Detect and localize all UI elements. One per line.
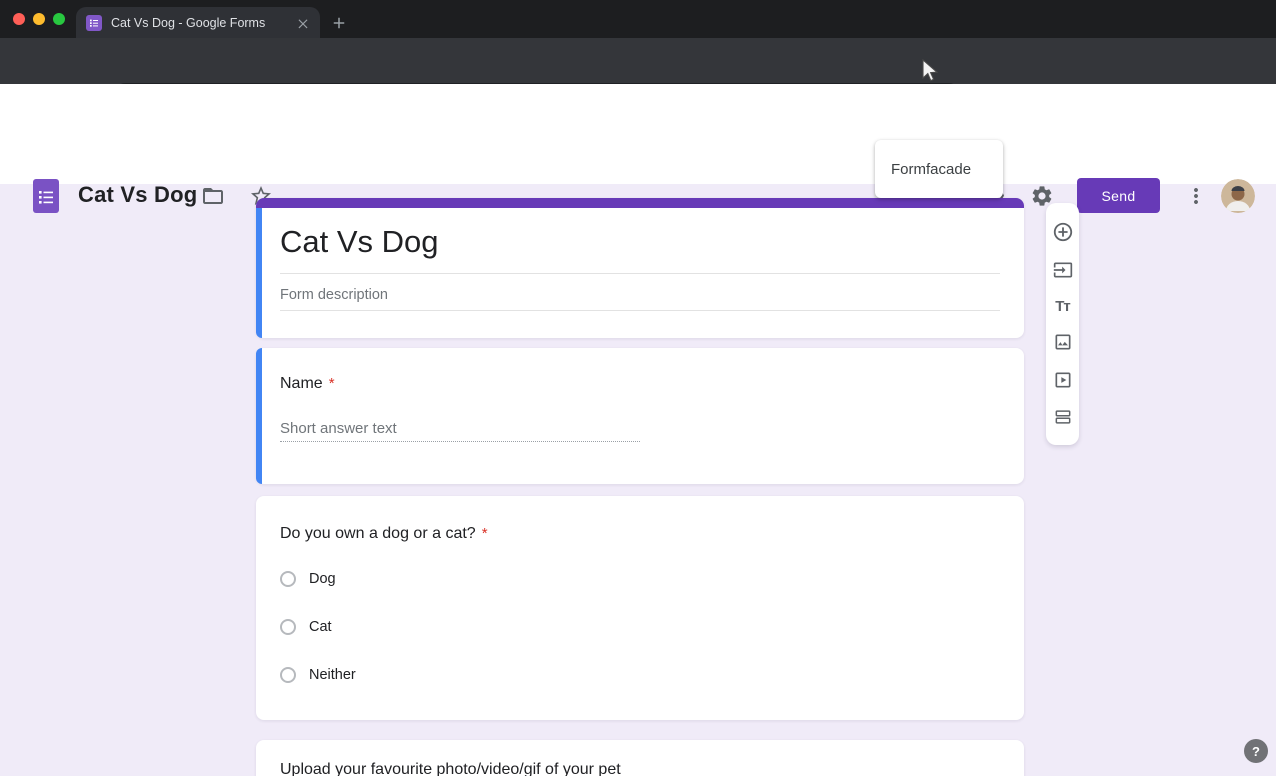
add-question-icon[interactable] [1052, 221, 1074, 243]
divider [280, 273, 1000, 274]
forms-app-header: Cat Vs Dog Send Questions Responses [0, 84, 1276, 184]
add-video-icon[interactable] [1053, 370, 1073, 390]
send-button[interactable]: Send [1077, 178, 1160, 213]
minimize-window-button[interactable] [33, 13, 45, 25]
addon-menu-item-formfacade[interactable]: Formfacade [891, 161, 971, 178]
close-window-button[interactable] [13, 13, 25, 25]
answer-underline [280, 441, 640, 442]
divider [280, 310, 1000, 311]
new-tab-button[interactable] [330, 14, 348, 32]
tab-title: Cat Vs Dog - Google Forms [111, 16, 290, 30]
option-label: Cat [309, 619, 332, 635]
more-options-icon[interactable] [1184, 184, 1208, 208]
question-card-upload[interactable]: Upload your favourite photo/video/gif of… [256, 740, 1024, 776]
form-title-input[interactable]: Cat Vs Dog [280, 224, 439, 260]
required-asterisk: * [329, 375, 335, 392]
radio-icon[interactable] [280, 571, 296, 587]
selected-indicator [256, 348, 262, 484]
add-title-icon[interactable]: Tт [1055, 298, 1070, 315]
option-label: Neither [309, 667, 356, 683]
option-label: Dog [309, 571, 336, 587]
selected-indicator [256, 208, 262, 338]
theme-color-bar [256, 198, 1024, 208]
radio-icon[interactable] [280, 619, 296, 635]
add-section-icon[interactable] [1053, 407, 1073, 427]
move-folder-icon[interactable] [201, 184, 225, 208]
question-title: Upload your favourite photo/video/gif of… [280, 761, 621, 776]
required-asterisk: * [482, 525, 488, 542]
google-forms-logo-icon[interactable] [33, 179, 59, 213]
question-title: Do you own a dog or a cat?* [280, 525, 488, 543]
question-card-choice[interactable]: Do you own a dog or a cat?* Dog Cat Neit… [256, 496, 1024, 720]
addon-menu: Formfacade [875, 140, 1003, 198]
mouse-cursor [920, 58, 940, 84]
import-questions-icon[interactable] [1053, 260, 1073, 280]
question-side-toolbar: Tт [1046, 203, 1079, 445]
option-row-dog[interactable]: Dog [280, 567, 336, 591]
browser-toolbar: docs.google.com/forms/d/1QrEYytV662N0O5a… [0, 38, 1276, 84]
tab-close-icon[interactable] [296, 16, 310, 30]
option-row-cat[interactable]: Cat [280, 615, 332, 639]
option-row-neither[interactable]: Neither [280, 663, 356, 687]
zoom-window-button[interactable] [53, 13, 65, 25]
browser-tab[interactable]: Cat Vs Dog - Google Forms [76, 7, 320, 38]
question-title: Name* [280, 375, 335, 393]
browser-tab-strip: Cat Vs Dog - Google Forms [0, 0, 1276, 38]
account-avatar[interactable] [1221, 179, 1255, 213]
short-answer-placeholder[interactable]: Short answer text [280, 420, 397, 437]
add-image-icon[interactable] [1053, 332, 1073, 352]
forms-favicon-icon [86, 15, 102, 31]
document-title[interactable]: Cat Vs Dog [78, 182, 197, 208]
form-title-card[interactable]: Cat Vs Dog Form description [256, 198, 1024, 338]
form-description-input[interactable]: Form description [280, 287, 388, 303]
radio-icon[interactable] [280, 667, 296, 683]
question-card-name[interactable]: Name* Short answer text [256, 348, 1024, 484]
help-button[interactable]: ? [1244, 739, 1268, 763]
